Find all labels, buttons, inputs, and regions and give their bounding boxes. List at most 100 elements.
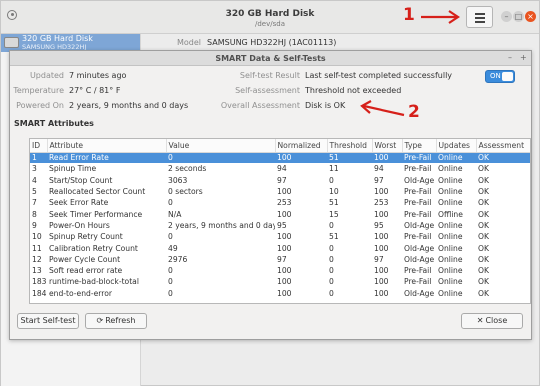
table-cell: Power-On Hours [49, 220, 110, 230]
table-cell: Old-Age [404, 220, 435, 230]
dialog-minimize-icon[interactable]: – [508, 53, 512, 62]
table-cell: 0 [329, 254, 334, 264]
table-cell: Old-Age [404, 254, 435, 264]
table-row[interactable]: 183 runtime-bad-block-total 0 100 0 100 Pre-Fa… [30, 276, 530, 287]
toggle-knob [502, 72, 513, 81]
hard-disk-icon [4, 37, 19, 48]
table-row[interactable]: 13 Soft read error rate 0 100 0 100 Pre-Fail On… [30, 265, 530, 276]
table-cell: 100 [277, 232, 292, 242]
table-row[interactable]: 184 end-to-end-error 0 100 0 100 Old-Age Online… [30, 288, 530, 299]
table-header-row: ID Attribute Value Normalized Threshold … [30, 139, 530, 153]
close-button[interactable]: ✕ Close [461, 313, 523, 329]
col-worst[interactable]: Worst [372, 139, 403, 153]
table-cell: Online [438, 254, 463, 264]
model-value: SAMSUNG HD322HJ (1AC01113) [207, 38, 337, 47]
table-row[interactable]: 8 Seek Timer Performance N/A 100 15 100 Pre-Fa… [30, 208, 530, 219]
table-cell: 100 [277, 277, 292, 287]
table-cell: Online [438, 175, 463, 185]
table-cell: 1 [30, 152, 47, 164]
table-cell: 2 seconds [168, 164, 207, 174]
table-cell: 5 [32, 187, 37, 197]
table-cell: Pre-Fail [404, 198, 432, 208]
table-cell: runtime-bad-block-total [49, 277, 139, 287]
col-updates[interactable]: Updates [436, 139, 477, 153]
table-cell: 51 [329, 198, 339, 208]
table-cell: 100 [277, 266, 292, 276]
table-cell: 2 years, 9 months and 0 days [168, 220, 275, 230]
table-cell: 97 [374, 254, 384, 264]
table-cell: N/A [168, 209, 182, 219]
table-row[interactable]: 12 Power Cycle Count 2976 97 0 97 Old-Age Onlin… [30, 254, 530, 265]
col-attribute[interactable]: Attribute [47, 139, 167, 153]
table-cell: OK [478, 164, 489, 174]
table-row[interactable]: 4 Start/Stop Count 3063 97 0 97 Old-Age Online O… [30, 175, 530, 186]
table-row[interactable]: 10 Spinup Retry Count 0 100 51 100 Pre-Fail Onl… [30, 231, 530, 242]
table-row[interactable]: 3 Spinup Time 2 seconds 94 11 94 Pre-Fail Onlin… [30, 163, 530, 174]
col-type[interactable]: Type [402, 139, 437, 153]
table-cell: 95 [277, 220, 287, 230]
col-id[interactable]: ID [30, 139, 48, 153]
powered-on-value: 2 years, 9 months and 0 days [69, 101, 189, 110]
table-cell: 97 [277, 175, 287, 185]
table-cell: 95 [374, 220, 384, 230]
table-cell: 100 [275, 152, 327, 164]
self-test-result-value: Last self-test completed successfully [305, 71, 453, 80]
model-row: Model SAMSUNG HD322HJ (1AC01113) [177, 38, 336, 47]
table-cell: OK [478, 187, 489, 197]
col-normalized[interactable]: Normalized [275, 139, 328, 153]
start-self-test-button[interactable]: Start Self-test [17, 313, 79, 329]
table-row[interactable]: 7 Seek Error Rate 0 253 51 253 Pre-Fail Online O… [30, 197, 530, 208]
table-cell: 100 [374, 209, 389, 219]
table-cell: OK [478, 243, 489, 253]
table-row[interactable]: 5 Reallocated Sector Count 0 sectors 100 10 1… [30, 186, 530, 197]
table-cell: 100 [277, 243, 292, 253]
table-row[interactable]: 1 Read Error Rate 0 100 51 100 Pre-Fail Online O… [30, 152, 530, 164]
menu-button[interactable] [466, 6, 493, 28]
col-value[interactable]: Value [166, 139, 276, 153]
table-cell: Power Cycle Count [49, 254, 121, 264]
smart-enable-toggle[interactable]: ON [485, 70, 515, 83]
table-cell: 0 [329, 175, 334, 185]
close-x-icon: ✕ [476, 316, 484, 325]
annotation-number-1: 1 [403, 5, 415, 25]
table-row[interactable]: 9 Power-On Hours 2 years, 9 months and 0 d… [30, 220, 530, 231]
hamburger-icon [475, 13, 485, 15]
table-row[interactable]: 11 Calibration Retry Count 49 100 0 100 Old-Ag… [30, 242, 530, 253]
table-cell: 10 [329, 187, 339, 197]
model-label: Model [177, 38, 202, 47]
table-cell: Pre-Fail [404, 209, 432, 219]
refresh-icon: ⟳ [96, 316, 104, 325]
table-cell: Online [438, 220, 463, 230]
refresh-button[interactable]: ⟳ Refresh [85, 313, 147, 329]
table-cell: 0 [329, 266, 334, 276]
col-assessment[interactable]: Assessment [476, 139, 530, 153]
table-cell: 2976 [168, 254, 188, 264]
updated-label: Updated [29, 71, 64, 80]
table-cell: OK [478, 277, 489, 287]
table-cell: Reallocated Sector Count [49, 187, 146, 197]
table-cell: Online [438, 187, 463, 197]
table-cell: Online [438, 232, 463, 242]
close-icon[interactable]: × [525, 11, 536, 22]
table-cell: Seek Error Rate [49, 198, 109, 208]
minimize-icon[interactable]: – [501, 11, 512, 22]
dialog-maximize-icon[interactable]: + [520, 53, 527, 62]
maximize-icon[interactable]: □ [513, 11, 524, 22]
table-cell: Online [438, 277, 463, 287]
table-cell: 0 [329, 243, 334, 253]
table-cell: Pre-Fail [402, 152, 436, 164]
table-cell: 100 [277, 288, 292, 298]
table-cell: 100 [374, 288, 389, 298]
table-body: 1 Read Error Rate 0 100 51 100 Pre-Fail Online O… [30, 152, 530, 299]
table-cell: Pre-Fail [404, 232, 432, 242]
table-cell: 100 [374, 232, 389, 242]
col-threshold[interactable]: Threshold [327, 139, 373, 153]
table-cell: Old-Age [404, 288, 435, 298]
refresh-label: Refresh [105, 316, 136, 325]
table-cell: 183 [32, 277, 47, 287]
table-cell: 100 [374, 266, 389, 276]
table-cell: 97 [277, 254, 287, 264]
self-test-result-label: Self-test Result [239, 71, 300, 80]
table-cell: Pre-Fail [404, 187, 432, 197]
table-cell: 0 [329, 220, 334, 230]
